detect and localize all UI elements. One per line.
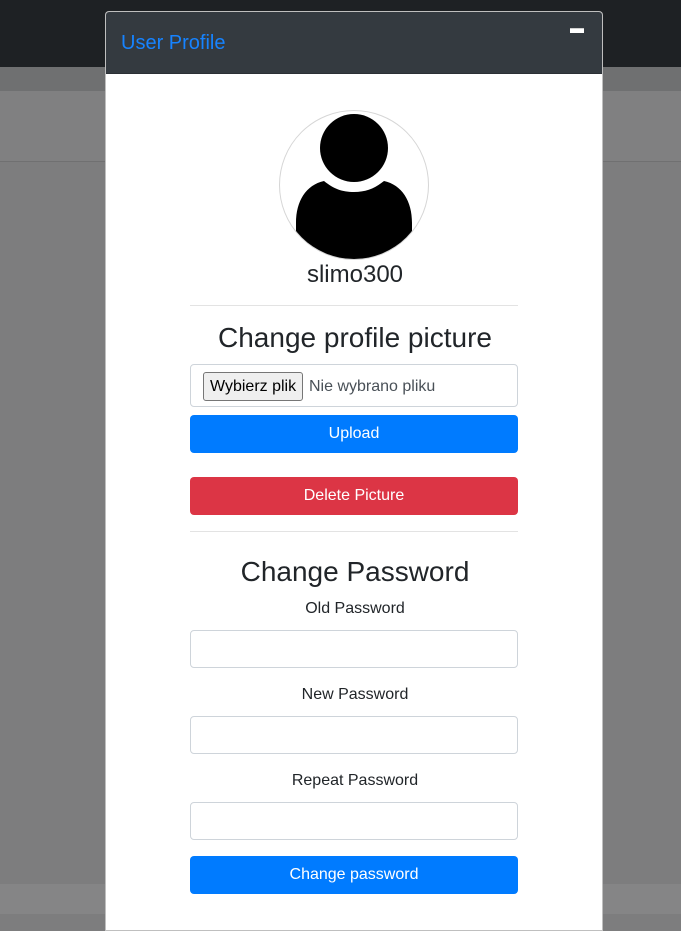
file-input[interactable]: Wybierz plik Nie wybrano pliku	[190, 364, 518, 407]
password-section-title: Change Password	[240, 556, 470, 587]
file-status: Nie wybrano pliku	[309, 378, 436, 395]
old-password-label: Old Password	[305, 600, 405, 617]
old-password-input[interactable]	[190, 630, 518, 668]
username: slimo300	[306, 261, 404, 288]
modal-title: User Profile	[121, 32, 226, 54]
delete-picture-button[interactable]: Delete Picture	[190, 477, 518, 515]
divider	[190, 531, 518, 532]
new-password-input[interactable]	[190, 716, 518, 754]
picture-section-title: Change profile picture	[218, 322, 492, 353]
user-profile-modal: User Profile slimo300 Change profile pic…	[105, 11, 603, 931]
upload-button[interactable]: Upload	[190, 415, 518, 453]
new-password-label: New Password	[301, 686, 409, 703]
minimize-bar	[570, 28, 584, 33]
change-password-button[interactable]: Change password	[190, 856, 518, 894]
divider	[190, 305, 518, 306]
repeat-password-input[interactable]	[190, 802, 518, 840]
user-silhouette-icon	[279, 110, 429, 260]
repeat-password-label: Repeat Password	[291, 772, 419, 789]
modal-header: User Profile	[106, 12, 602, 74]
minimize-icon[interactable]	[570, 26, 586, 36]
choose-file-button[interactable]: Wybierz plik	[203, 372, 304, 401]
